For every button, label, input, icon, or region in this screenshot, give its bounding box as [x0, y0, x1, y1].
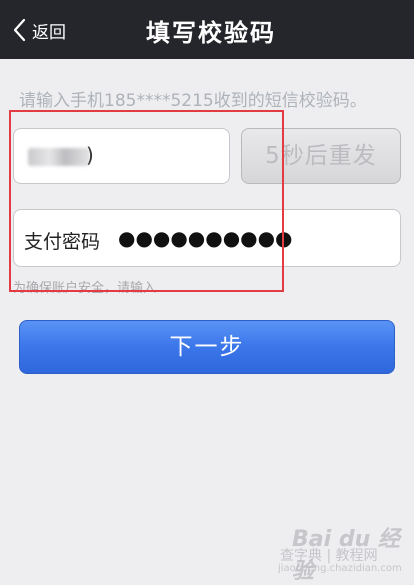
watermark-url-text: jiaocheng.chazidian.com: [278, 563, 402, 574]
watermark-site-text: 查字典 | 教程网: [280, 548, 378, 564]
top-bar: 返回 填写校验码: [0, 0, 414, 59]
highlight-annotation-box: [9, 110, 284, 292]
sms-hint-text: 请输入手机185****5215收到的短信校验码。: [19, 91, 367, 111]
next-step-button[interactable]: 下一步: [19, 320, 395, 374]
page-title: 填写校验码: [146, 19, 276, 47]
watermark: Bai du 经验 查字典 | 教程网 jiaocheng.chazidian.…: [278, 519, 408, 584]
